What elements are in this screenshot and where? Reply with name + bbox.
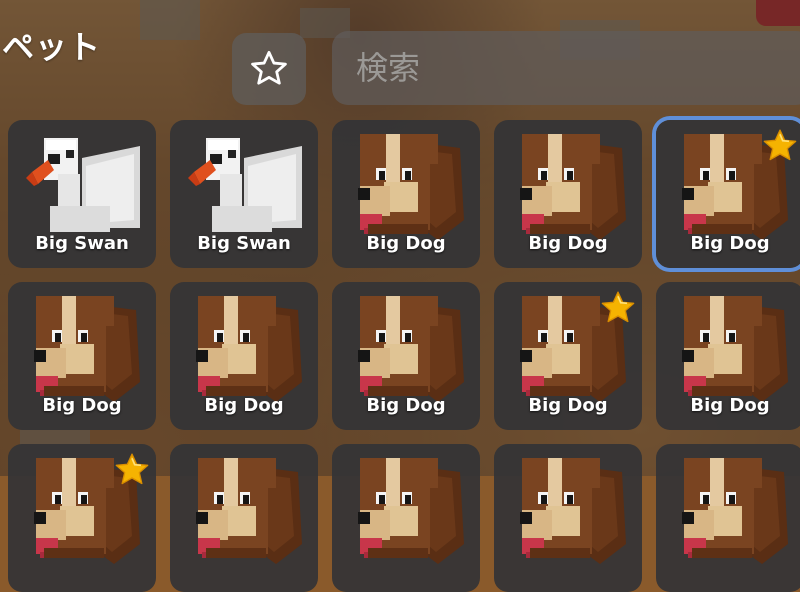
pet-tile[interactable]: Big Dog — [170, 282, 318, 430]
pet-name-label: Big Dog — [528, 233, 608, 254]
dog-pet-image — [520, 458, 626, 564]
pet-name-label: Big Dog — [366, 233, 446, 254]
pet-name-label: Big Dog — [366, 395, 446, 416]
pet-tile[interactable]: Big Dog — [656, 282, 800, 430]
pet-tile[interactable] — [656, 444, 800, 592]
favorite-star-icon — [601, 291, 635, 323]
swan-pet-image — [188, 138, 302, 232]
pet-name-label: Big Dog — [690, 233, 770, 254]
pet-name-label: Big Dog — [528, 395, 608, 416]
pet-tile[interactable] — [8, 444, 156, 592]
pet-tile[interactable]: Big Dog — [332, 120, 480, 268]
pet-tile[interactable]: Big Dog — [332, 282, 480, 430]
star-outline-icon — [251, 50, 287, 85]
pet-tile[interactable] — [494, 444, 642, 592]
pet-name-label: Big Dog — [42, 395, 122, 416]
dog-pet-image — [358, 134, 464, 240]
dog-pet-image — [682, 458, 788, 564]
pet-tile[interactable] — [332, 444, 480, 592]
favorite-star-icon — [115, 453, 149, 485]
dog-pet-image — [358, 296, 464, 402]
swan-pet-image — [26, 138, 140, 232]
page-title: ペット — [2, 28, 102, 66]
pet-tile[interactable] — [170, 444, 318, 592]
search-box[interactable] — [332, 31, 800, 105]
dog-pet-image — [358, 458, 464, 564]
pet-tile[interactable]: Big Dog — [494, 120, 642, 268]
pet-name-label: Big Swan — [197, 233, 291, 254]
pet-name-label: Big Dog — [204, 395, 284, 416]
search-input[interactable] — [354, 48, 658, 88]
dog-pet-image — [196, 296, 302, 402]
pet-tile[interactable]: Big Dog — [494, 282, 642, 430]
dog-pet-image — [682, 296, 788, 402]
dog-pet-image — [520, 134, 626, 240]
pet-name-label: Big Dog — [690, 395, 770, 416]
dog-pet-image — [34, 296, 140, 402]
pet-tile[interactable]: Big Swan — [170, 120, 318, 268]
pet-tile[interactable]: Big Dog — [8, 282, 156, 430]
pet-name-label: Big Swan — [35, 233, 129, 254]
pet-tile[interactable]: Big Dog — [656, 120, 800, 268]
favorite-star-icon — [763, 129, 797, 161]
pet-tile[interactable]: Big Swan — [8, 120, 156, 268]
favorites-filter-button[interactable] — [232, 33, 306, 105]
dog-pet-image — [196, 458, 302, 564]
